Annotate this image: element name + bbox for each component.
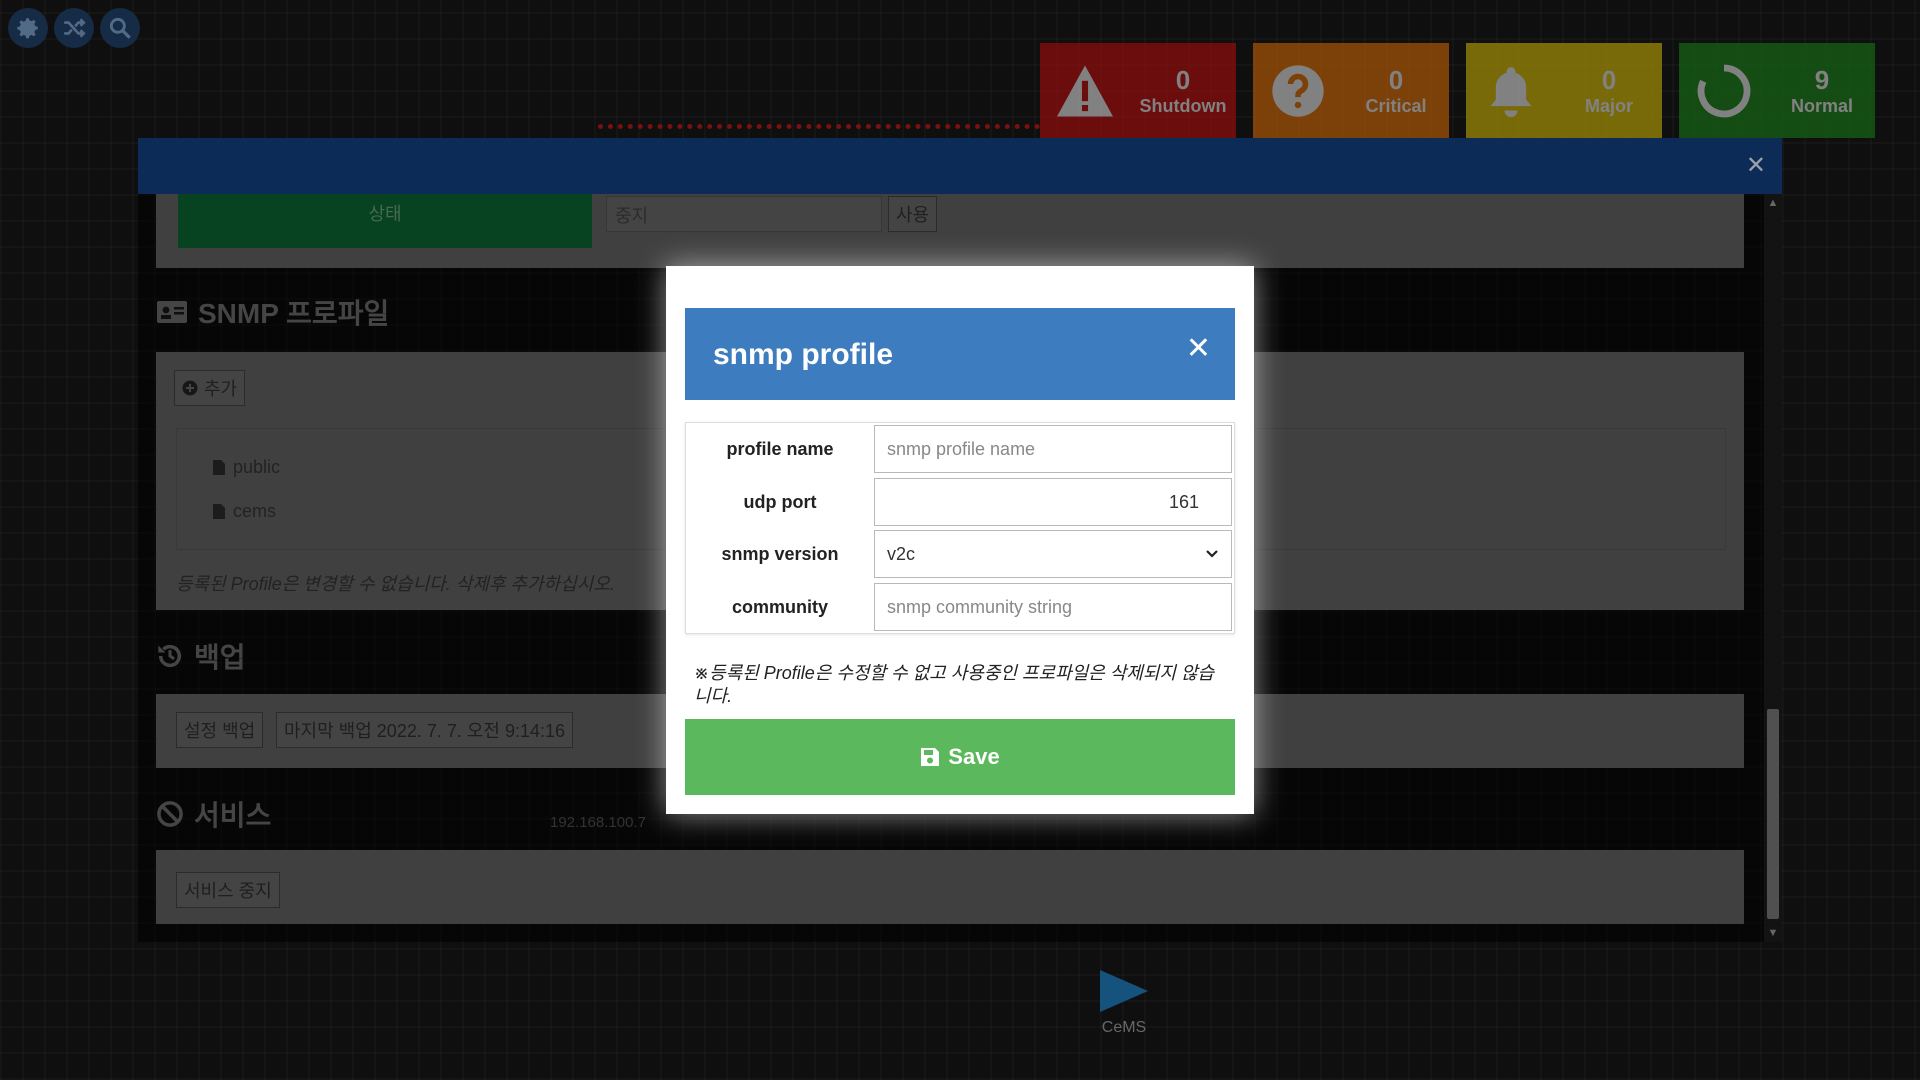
udp-port-input[interactable] [874,478,1232,526]
snmp-version-select[interactable]: v2c [874,530,1232,578]
modal-header: snmp profile ✕ [685,308,1235,400]
modal-note: ※등록된 Profile은 수정할 수 없고 사용중인 프로파일은 삭제되지 않… [694,663,1215,706]
save-button[interactable]: Save [685,719,1235,795]
community-input[interactable] [874,583,1232,631]
community-row: community [686,581,1234,633]
snmp-profile-modal: snmp profile ✕ profile name udp port snm… [666,266,1254,814]
udp-port-row: udp port [686,476,1234,528]
save-label: Save [948,744,1000,769]
profile-name-row: profile name [686,423,1234,475]
community-label: community [731,597,828,617]
udp-port-label: udp port [743,492,817,512]
profile-name-input[interactable] [874,425,1232,473]
modal-title: snmp profile [713,338,894,371]
close-icon[interactable]: ✕ [1186,334,1211,364]
profile-form: profile name udp port snmp version v2c c… [685,422,1235,634]
snmp-version-value: v2c [887,543,916,564]
chevron-down-icon [1206,550,1218,558]
profile-name-label: profile name [726,439,834,459]
snmp-version-row: snmp version v2c [686,528,1234,580]
floppy-disk-icon [921,748,940,766]
snmp-version-label: snmp version [721,544,839,564]
